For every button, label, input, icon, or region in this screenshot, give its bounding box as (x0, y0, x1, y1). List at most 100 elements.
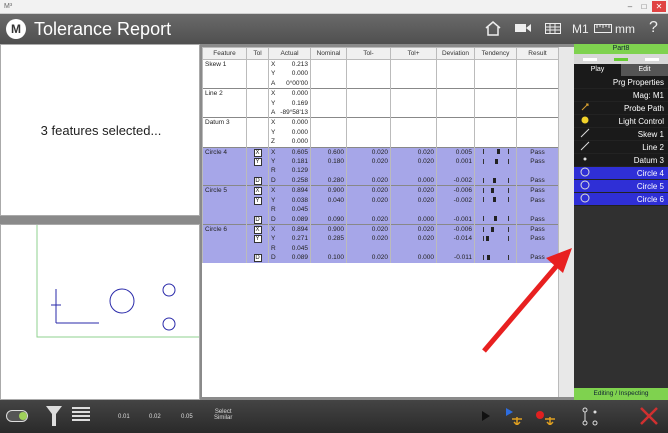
program-step-light-control[interactable]: Light Control (574, 115, 668, 128)
minimize-button[interactable]: – (624, 1, 636, 12)
play-icon[interactable] (480, 409, 492, 423)
table-row[interactable]: R 0.045 (202, 243, 558, 254)
tab-play[interactable]: Play (574, 64, 621, 76)
tol-checkbox[interactable]: X (253, 148, 262, 157)
units-label[interactable]: mm (615, 22, 635, 36)
column-header[interactable]: Tendency (474, 47, 517, 60)
deviation-cell (436, 166, 475, 176)
program-step-probe-path[interactable]: Probe Path (574, 102, 668, 115)
program-step-prg-properties[interactable]: Prg Properties (574, 76, 668, 89)
table-row[interactable]: D D 0.089 0.100 0.020 0.000 -0.011 Pass (202, 253, 558, 263)
tol-checkbox[interactable]: Y (253, 235, 262, 244)
column-header[interactable]: Tol+ (390, 47, 437, 60)
tab-edit[interactable]: Edit (621, 64, 668, 76)
table-row[interactable]: Y Y 0.271 0.285 0.020 0.020 -0.014 Pass (202, 234, 558, 244)
result-cell: Pass (516, 146, 558, 158)
table-row[interactable]: Y 0.169 (202, 98, 558, 109)
delete-icon[interactable] (639, 406, 659, 426)
filter-icon[interactable] (46, 406, 62, 426)
tendency-marker (493, 197, 497, 203)
tol-checkbox[interactable]: Y (253, 158, 262, 167)
close-button[interactable]: ✕ (652, 1, 666, 12)
tolerance-toggle-button[interactable] (6, 410, 28, 422)
column-header[interactable]: Nominal (310, 47, 347, 60)
part-view[interactable] (0, 224, 200, 400)
list-icon[interactable] (72, 407, 90, 423)
control-bar-active[interactable] (613, 57, 628, 61)
table-row[interactable]: D D 0.089 0.090 0.020 0.000 -0.001 Pass (202, 214, 558, 225)
table-row[interactable]: Y Y 0.181 0.180 0.020 0.020 0.001 Pass (202, 157, 558, 167)
result-cell (516, 117, 558, 128)
column-header[interactable]: Feature (202, 47, 247, 60)
tol-plus-cell: 0.020 (390, 234, 437, 244)
program-step-datum-3[interactable]: Datum 3 (574, 154, 668, 167)
program-step-circle-5[interactable]: Circle 5 (574, 180, 668, 193)
program-step-circle-4[interactable]: Circle 4 (574, 167, 668, 180)
house-icon[interactable] (484, 20, 502, 36)
table-row[interactable]: A 0°00'00 (202, 78, 558, 89)
tol-cell (246, 127, 269, 138)
magnification-label[interactable]: M1 (572, 22, 589, 36)
help-button[interactable]: ? (649, 19, 658, 37)
column-header[interactable]: Tol (246, 47, 269, 60)
tol-checkbox[interactable]: Y (253, 196, 262, 205)
tol-checkbox[interactable]: X (253, 225, 262, 234)
table-row[interactable]: Y 0.000 (202, 69, 558, 79)
feature-cell (202, 175, 247, 186)
table-icon[interactable] (545, 23, 561, 34)
tol-minus-cell (346, 108, 391, 118)
column-header[interactable]: Tol- (346, 47, 391, 60)
table-row[interactable]: Y Y 0.038 0.040 0.020 0.020 -0.002 Pass (202, 195, 558, 206)
program-step-mag-m1[interactable]: Mag: M1 (574, 89, 668, 102)
tol-checkbox[interactable]: D (253, 254, 262, 263)
tol-minus-cell: 0.020 (346, 214, 391, 225)
control-bar[interactable] (582, 57, 597, 61)
table-row[interactable]: Skew 1 X 0.213 (202, 59, 558, 70)
camera-icon[interactable] (514, 22, 532, 34)
tendency-cell (474, 253, 517, 263)
program-step-circle-6[interactable]: Circle 6 (574, 193, 668, 206)
table-row[interactable]: R 0.129 (202, 166, 558, 176)
control-bar[interactable] (645, 57, 660, 61)
tol-checkbox[interactable]: D (253, 215, 262, 224)
part-name[interactable]: Part8 (574, 44, 668, 54)
table-row[interactable]: Datum 3 X 0.000 (202, 117, 558, 128)
table-row[interactable]: Z 0.000 (202, 137, 558, 148)
table-row[interactable]: Y 0.000 (202, 127, 558, 138)
axis-label: R (271, 244, 276, 252)
record-step-icon[interactable] (535, 407, 555, 425)
tol-checkbox[interactable]: D (253, 176, 262, 185)
run-step-icon[interactable] (504, 407, 524, 425)
result-cell: Pass (516, 223, 558, 235)
feature-cell (202, 78, 247, 89)
tol-plus-cell (390, 108, 437, 118)
tol-checkbox[interactable]: X (253, 187, 262, 196)
column-header[interactable]: Result (516, 47, 558, 60)
maximize-button[interactable]: □ (638, 1, 650, 12)
program-step-line-2[interactable]: Line 2 (574, 141, 668, 154)
tolerance-preset-3[interactable]: 0.05 (181, 414, 193, 420)
tolerance-preset-2[interactable]: 0.02 (149, 414, 161, 420)
table-row[interactable]: Circle 4 X X 0.605 0.600 0.020 0.020 0.005 Pass (202, 146, 558, 158)
program-step-label: Mag: M1 (632, 91, 664, 100)
pane-splitter[interactable] (0, 216, 200, 224)
ruler-icon[interactable] (594, 24, 612, 33)
report-scrollbar[interactable] (558, 47, 574, 397)
tolerance-preset-1[interactable]: 0.01 (118, 414, 130, 420)
circle-icon (580, 167, 590, 181)
probe-path-icon[interactable] (580, 407, 600, 427)
actual-cell: R 0.129 (268, 166, 311, 176)
table-row[interactable]: A -89°58'13 (202, 108, 558, 118)
program-step-label: Datum 3 (633, 156, 664, 165)
program-step-skew-1[interactable]: Skew 1 (574, 128, 668, 141)
table-row[interactable]: R 0.045 (202, 205, 558, 215)
table-row[interactable]: Line 2 X 0.000 (202, 88, 558, 99)
column-header[interactable]: Deviation (436, 47, 475, 60)
table-row[interactable]: Circle 6 X X 0.894 0.900 0.020 0.020 -0.006 Pass (202, 223, 558, 235)
select-similar-button[interactable]: Select Similar (214, 409, 232, 421)
report-table-container[interactable]: Feature Tol Actual Nominal Tol- Tol+ Deviation… (202, 47, 558, 397)
column-header[interactable]: Actual (268, 47, 311, 60)
nominal-cell (310, 137, 347, 148)
table-row[interactable]: D D 0.258 0.280 0.020 0.000 -0.002 Pass (202, 175, 558, 186)
table-row[interactable]: Circle 5 X X 0.894 0.900 0.020 0.020 -0.006 Pass (202, 185, 558, 196)
